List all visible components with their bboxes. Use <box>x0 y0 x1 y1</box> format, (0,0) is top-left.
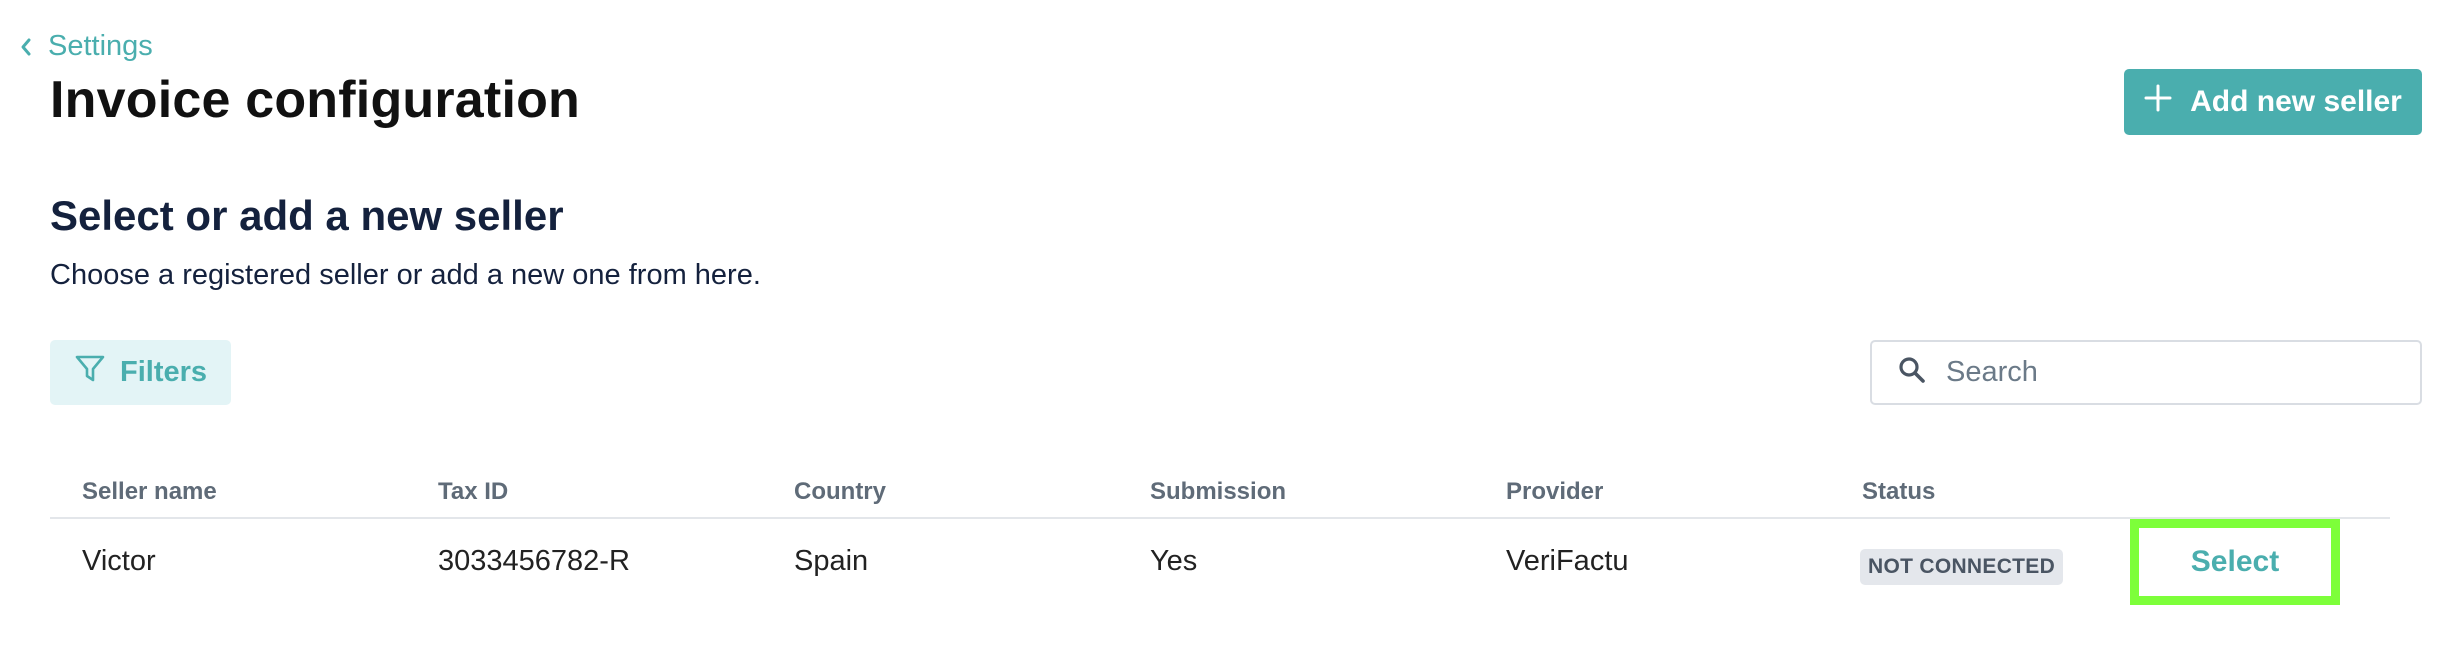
header-seller-name[interactable]: Seller name <box>82 478 217 506</box>
select-seller-button[interactable]: Select <box>2130 519 2340 605</box>
header-tax-id[interactable]: Tax ID <box>438 478 508 506</box>
search-box[interactable] <box>1870 340 2422 405</box>
search-input[interactable] <box>1946 356 2386 389</box>
section-title: Select or add a new seller <box>50 192 564 239</box>
add-new-seller-button[interactable]: Add new seller <box>2124 69 2422 135</box>
add-new-seller-label: Add new seller <box>2190 85 2402 118</box>
header-submission[interactable]: Submission <box>1150 478 1286 506</box>
cell-provider: VeriFactu <box>1506 545 1629 577</box>
back-link-label: Settings <box>48 30 153 62</box>
filters-button[interactable]: Filters <box>50 340 231 405</box>
header-status[interactable]: Status <box>1862 478 1935 506</box>
cell-seller-name: Victor <box>82 545 156 577</box>
select-label: Select <box>2190 545 2280 578</box>
back-link-settings[interactable]: Settings <box>20 30 153 63</box>
search-icon <box>1898 356 1926 389</box>
cell-submission: Yes <box>1150 545 1198 577</box>
funnel-icon <box>74 353 106 393</box>
table-row[interactable]: Victor 3033456782-R Spain Yes VeriFactu … <box>50 519 2390 619</box>
sellers-table: Seller name Tax ID Country Submission Pr… <box>50 474 2390 619</box>
page-title: Invoice configuration <box>50 71 581 129</box>
cell-tax-id: 3033456782-R <box>438 545 630 577</box>
header-provider[interactable]: Provider <box>1506 478 1603 506</box>
chevron-left-icon <box>20 37 32 57</box>
filters-label: Filters <box>119 356 208 388</box>
section-subtitle: Choose a registered seller or add a new … <box>50 259 761 291</box>
header-country[interactable]: Country <box>794 478 886 506</box>
status-badge: NOT CONNECTED <box>1860 549 2064 585</box>
cell-country: Spain <box>794 545 869 577</box>
table-header-row: Seller name Tax ID Country Submission Pr… <box>50 474 2390 519</box>
plus-icon <box>2144 84 2172 120</box>
